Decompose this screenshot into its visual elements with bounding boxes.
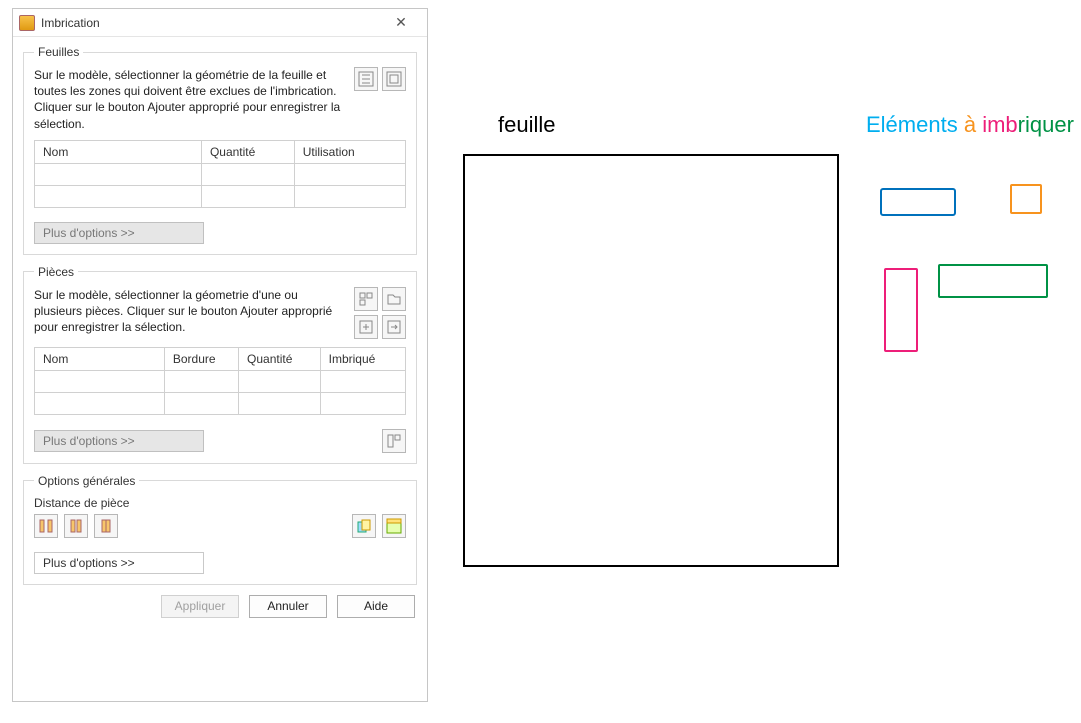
info-icon xyxy=(386,433,402,449)
table-row[interactable] xyxy=(35,163,406,185)
spacing-option-1[interactable] xyxy=(34,514,58,538)
dialog-footer: Appliquer Annuler Aide xyxy=(23,595,417,618)
add-part-button-1[interactable] xyxy=(354,287,378,311)
add-part-button-4[interactable] xyxy=(382,315,406,339)
spacing-icon xyxy=(38,518,54,534)
close-button[interactable]: ✕ xyxy=(381,9,421,36)
add-sheet-exclusion-button[interactable] xyxy=(382,67,406,91)
sheets-legend: Feuilles xyxy=(34,45,83,59)
elements-label: Eléments à imbriquer xyxy=(866,112,1074,138)
sheets-col-name[interactable]: Nom xyxy=(35,140,202,163)
general-options-group: Options générales Distance de pièce xyxy=(23,474,417,585)
titlebar: Imbrication ✕ xyxy=(13,9,427,37)
parts-group: Pièces Sur le modèle, sélectionner la gé… xyxy=(23,265,417,464)
spacing-option-3[interactable] xyxy=(94,514,118,538)
spacing-icon xyxy=(68,518,84,534)
parts-info-button[interactable] xyxy=(382,429,406,453)
sheets-col-usage[interactable]: Utilisation xyxy=(294,140,405,163)
spacing-option-2[interactable] xyxy=(64,514,88,538)
piece-distance-label: Distance de pièce xyxy=(34,496,406,510)
nesting-dialog: Imbrication ✕ Feuilles Sur le modèle, sé… xyxy=(12,8,428,702)
add-sheet-button[interactable] xyxy=(354,67,378,91)
parts-col-qty[interactable]: Quantité xyxy=(239,347,321,370)
copy-sheets-button[interactable] xyxy=(352,514,376,538)
sheets-group: Feuilles Sur le modèle, sélectionner la … xyxy=(23,45,417,255)
element-shape-pink xyxy=(884,268,918,352)
part-arrow-icon xyxy=(386,319,402,335)
close-icon: ✕ xyxy=(395,14,407,31)
add-part-button-2[interactable] xyxy=(382,287,406,311)
sheets-col-qty[interactable]: Quantité xyxy=(201,140,294,163)
parts-legend: Pièces xyxy=(34,265,78,279)
preview-icon xyxy=(386,518,402,534)
element-shape-orange xyxy=(1010,184,1042,214)
dialog-body: Feuilles Sur le modèle, sélectionner la … xyxy=(13,37,427,628)
add-sheet-icon xyxy=(358,71,374,87)
parts-table[interactable]: Nom Bordure Quantité Imbriqué xyxy=(34,347,406,415)
parts-col-border[interactable]: Bordure xyxy=(164,347,238,370)
sheet-label: feuille xyxy=(498,112,555,138)
cancel-button[interactable]: Annuler xyxy=(249,595,327,618)
window-title: Imbrication xyxy=(41,16,381,30)
element-shape-blue xyxy=(880,188,956,216)
general-more-options-button[interactable]: Plus d'options >> xyxy=(34,552,204,574)
copy-icon xyxy=(356,518,372,534)
elements-label-word-2: à xyxy=(964,112,976,137)
element-shape-green xyxy=(938,264,1048,298)
elements-label-word-4: riquer xyxy=(1018,112,1074,137)
sheets-table[interactable]: Nom Quantité Utilisation xyxy=(34,140,406,208)
table-row[interactable] xyxy=(35,370,406,392)
spacing-icon xyxy=(98,518,114,534)
sheet-preview xyxy=(463,154,839,567)
app-icon xyxy=(19,15,35,31)
general-legend: Options générales xyxy=(34,474,139,488)
help-button[interactable]: Aide xyxy=(337,595,415,618)
parts-more-options-button[interactable]: Plus d'options >> xyxy=(34,430,204,452)
part-folder-icon xyxy=(386,291,402,307)
elements-label-word-3: imb xyxy=(982,112,1017,137)
table-row[interactable] xyxy=(35,392,406,414)
preview-button[interactable] xyxy=(382,514,406,538)
part-icon xyxy=(358,291,374,307)
add-part-button-3[interactable] xyxy=(354,315,378,339)
parts-col-name[interactable]: Nom xyxy=(35,347,165,370)
table-row[interactable] xyxy=(35,185,406,207)
parts-col-nested[interactable]: Imbriqué xyxy=(320,347,405,370)
sheets-instructions: Sur le modèle, sélectionner la géométrie… xyxy=(34,67,348,132)
part-plus-icon xyxy=(358,319,374,335)
sheets-more-options-button[interactable]: Plus d'options >> xyxy=(34,222,204,244)
add-sheet-exclusion-icon xyxy=(386,71,402,87)
apply-button[interactable]: Appliquer xyxy=(161,595,239,618)
elements-label-word-1: Eléments xyxy=(866,112,958,137)
parts-instructions: Sur le modèle, sélectionner la géometrie… xyxy=(34,287,348,336)
